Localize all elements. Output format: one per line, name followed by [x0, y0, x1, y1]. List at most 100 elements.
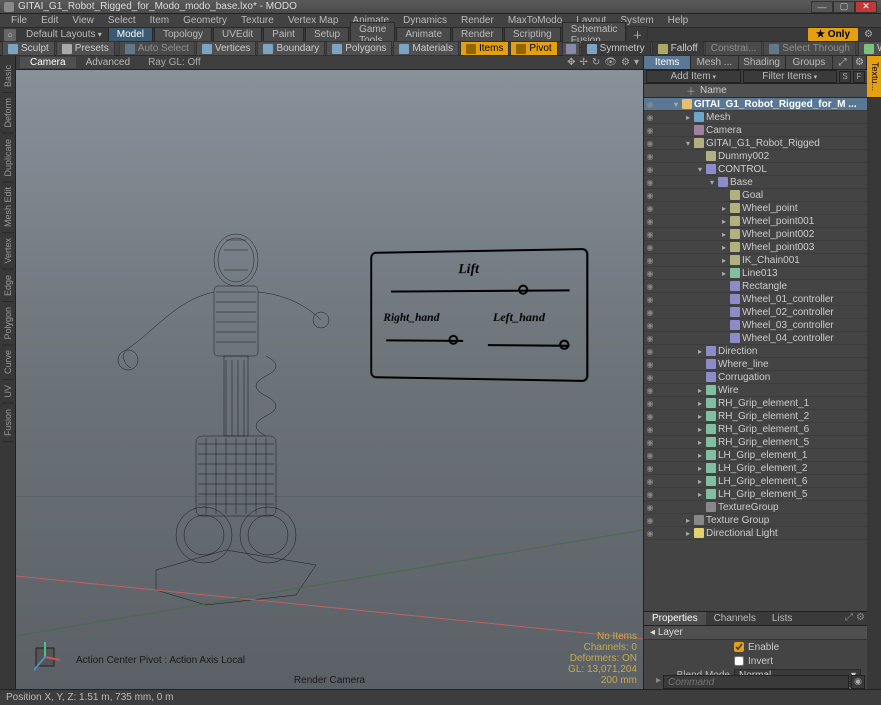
visibility-icon[interactable]: ◉ [644, 425, 656, 434]
visibility-icon[interactable]: ◉ [644, 360, 656, 369]
expand-arrow[interactable]: ▸ [696, 451, 704, 460]
boundary-mode[interactable]: Boundary [257, 41, 325, 56]
vp-look-icon[interactable]: 👁 [604, 57, 617, 68]
tree-item[interactable]: ◉▸Wheel_point003 [644, 241, 867, 254]
tree-item[interactable]: ◉▸Directional Light [644, 527, 867, 540]
visibility-icon[interactable]: ◉ [644, 412, 656, 421]
props-tab-channels[interactable]: Channels [706, 612, 764, 625]
visibility-icon[interactable]: ◉ [644, 334, 656, 343]
tree-item[interactable]: ◉▸LH_Grip_element_5 [644, 488, 867, 501]
lift-slider[interactable] [391, 289, 570, 292]
layout-tab-scripting[interactable]: Scripting [504, 27, 561, 42]
visibility-icon[interactable]: ◉ [644, 386, 656, 395]
invert-checkbox[interactable] [734, 656, 744, 666]
visibility-icon[interactable]: ◉ [644, 282, 656, 291]
pivot-mode[interactable]: Pivot [510, 41, 557, 56]
only-button[interactable]: Only [808, 28, 858, 41]
actioncenter-button[interactable] [562, 42, 580, 56]
tree-item[interactable]: ◉▸Wheel_point002 [644, 228, 867, 241]
visibility-icon[interactable]: ◉ [644, 399, 656, 408]
tree-item[interactable]: ◉Wheel_03_controller [644, 319, 867, 332]
expand-arrow[interactable]: ▸ [696, 477, 704, 486]
right-rail-texture[interactable]: Textu... [867, 56, 881, 98]
visibility-icon[interactable]: ◉ [644, 269, 656, 278]
materials-mode[interactable]: Materials [393, 41, 459, 56]
rail-fusion[interactable]: Fusion [2, 404, 14, 442]
menu-file[interactable]: File [4, 15, 34, 26]
visibility-icon[interactable]: ◉ [644, 438, 656, 447]
rail-duplicate[interactable]: Duplicate [2, 134, 14, 183]
expand-arrow[interactable]: ▸ [696, 464, 704, 473]
layout-tab-paint[interactable]: Paint [263, 27, 304, 42]
filter-icon[interactable]: F [853, 71, 865, 83]
expand-arrow[interactable]: ▸ [696, 412, 704, 421]
tree-item[interactable]: ◉▸Line013 [644, 267, 867, 280]
sculpt-tool[interactable]: Sculpt [2, 41, 55, 56]
tree-item[interactable]: ◉▸Mesh [644, 111, 867, 124]
rp-tab-shading[interactable]: Shading [739, 56, 786, 69]
visibility-icon[interactable]: ◉ [644, 464, 656, 473]
visibility-icon[interactable]: ◉ [644, 165, 656, 174]
layout-tab-topology[interactable]: Topology [154, 27, 212, 42]
expand-arrow[interactable]: ▸ [696, 490, 704, 499]
layout-tab-animate[interactable]: Animate [396, 27, 451, 42]
presets-tool[interactable]: Presets [56, 41, 115, 56]
tree-item[interactable]: ◉▸RH_Grip_element_6 [644, 423, 867, 436]
visibility-icon[interactable]: ◉ [644, 152, 656, 161]
visibility-icon[interactable]: ◉ [644, 308, 656, 317]
expand-arrow[interactable]: ▸ [684, 113, 692, 122]
workplane-button[interactable]: WorkPlane [858, 41, 881, 56]
props-tab-properties[interactable]: Properties [644, 612, 706, 625]
rp-tab-mesh[interactable]: Mesh ... [691, 56, 738, 69]
rail-deform[interactable]: Deform [2, 93, 14, 134]
constraint-toggle[interactable]: Constrai... [705, 41, 763, 56]
visibility-icon[interactable]: ◉ [644, 529, 656, 538]
command-input[interactable] [663, 675, 849, 689]
lift-knob[interactable] [518, 285, 528, 295]
layout-tab-setup[interactable]: Setup [305, 27, 349, 42]
expand-arrow[interactable]: ▸ [720, 230, 728, 239]
expand-arrow[interactable]: ▸ [684, 529, 692, 538]
menu-view[interactable]: View [65, 15, 101, 26]
visibility-icon[interactable]: ◉ [644, 503, 656, 512]
visibility-icon[interactable]: ◉ [644, 451, 656, 460]
rp-tab-expand-icon[interactable]: ⤢ [833, 56, 853, 69]
tree-item[interactable]: ◉▾CONTROL [644, 163, 867, 176]
visibility-icon[interactable]: ◉ [644, 126, 656, 135]
props-tab-lists[interactable]: Lists [764, 612, 801, 625]
tree-item[interactable]: ◉Wheel_02_controller [644, 306, 867, 319]
tree-item[interactable]: ◉Goal [644, 189, 867, 202]
visibility-icon[interactable]: ◉ [644, 516, 656, 525]
falloff-toggle[interactable]: Falloff [652, 41, 704, 56]
rp-tab-groups[interactable]: Groups [786, 56, 833, 69]
tree-item[interactable]: ◉Dummy002 [644, 150, 867, 163]
tree-item[interactable]: ◉▸Wheel_point001 [644, 215, 867, 228]
vp-zoom-icon[interactable]: ✢ [580, 57, 588, 68]
layout-tab-model[interactable]: Model [108, 27, 153, 42]
visibility-icon[interactable]: ◉ [644, 113, 656, 122]
rail-mesh-edit[interactable]: Mesh Edit [2, 182, 14, 233]
symmetry-toggle[interactable]: Symmetry [581, 41, 651, 56]
vertices-mode[interactable]: Vertices [196, 41, 257, 56]
item-tree[interactable]: ◉▾GITAI_G1_Robot_Rigged_for_M ...◉▸Mesh◉… [644, 98, 867, 611]
rp-tab-gear-icon[interactable]: ⚙ [853, 56, 867, 69]
expand-arrow[interactable]: ▸ [684, 516, 692, 525]
expand-arrow[interactable]: ▸ [720, 256, 728, 265]
expand-arrow[interactable]: ▸ [720, 217, 728, 226]
axis-gizmo[interactable] [28, 640, 64, 676]
viewport-tab-advanced[interactable]: Advanced [76, 57, 140, 68]
expand-arrow[interactable]: ▾ [672, 100, 680, 109]
expand-arrow[interactable]: ▸ [696, 425, 704, 434]
visibility-icon[interactable]: ◉ [644, 295, 656, 304]
layout-tab-render[interactable]: Render [452, 27, 503, 42]
enable-checkbox[interactable] [734, 642, 744, 652]
visibility-icon[interactable]: ◉ [644, 217, 656, 226]
tree-item[interactable]: ◉▸Wheel_point [644, 202, 867, 215]
visibility-icon[interactable]: ◉ [644, 204, 656, 213]
layouts-dropdown[interactable]: Default Layouts [20, 29, 108, 40]
tree-item[interactable]: ◉▸RH_Grip_element_2 [644, 410, 867, 423]
tree-item[interactable]: ◉▾GITAI_G1_Robot_Rigged_for_M ... [644, 98, 867, 111]
raygl-label[interactable]: Ray GL: Off [148, 57, 201, 68]
add-column-icon[interactable]: ＋ [686, 83, 700, 98]
tree-item[interactable]: ◉Rectangle [644, 280, 867, 293]
